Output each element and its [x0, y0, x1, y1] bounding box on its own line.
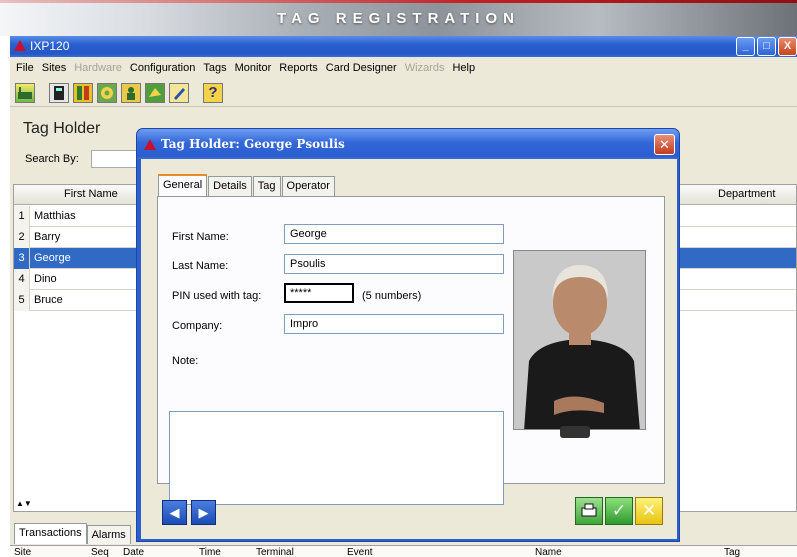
map-glyph	[149, 87, 161, 97]
row-number: 2	[14, 227, 30, 248]
impro-logo-icon	[144, 139, 156, 150]
person-icon[interactable]	[121, 82, 141, 103]
pencil-glyph	[174, 87, 185, 100]
column-seq[interactable]: Seq	[91, 547, 109, 557]
factory-glyph	[18, 86, 32, 99]
dialog-body: General Details Tag Operator First Name:…	[141, 159, 677, 539]
record-navigation: ◀ ▶	[162, 500, 216, 525]
map-icon[interactable]	[145, 82, 165, 103]
tab-transactions[interactable]: Transactions	[14, 523, 87, 544]
column-event[interactable]: Event	[347, 547, 373, 557]
column-tag[interactable]: Tag	[724, 547, 740, 557]
row-first-name: Bruce	[34, 294, 63, 306]
next-record-button[interactable]: ▶	[191, 500, 216, 525]
previous-record-button[interactable]: ◀	[162, 500, 187, 525]
menu-wizards: Wizards	[404, 62, 445, 74]
window-buttons: _ □ X	[736, 37, 797, 56]
panel-title: Tag Holder	[23, 120, 101, 137]
row-first-name: Dino	[34, 273, 57, 285]
column-first-name[interactable]: First Name	[64, 188, 118, 200]
menu-monitor[interactable]: Monitor	[231, 62, 276, 74]
row-number: 4	[14, 269, 30, 290]
collapse-arrows-icon[interactable]: ▲▼	[16, 499, 32, 508]
tab-general[interactable]: General	[158, 174, 208, 196]
ok-button[interactable]: ✓	[605, 497, 633, 525]
general-tab-panel: First Name: George Last Name: Psoulis PI…	[157, 196, 665, 505]
menu-reports[interactable]: Reports	[275, 62, 322, 74]
bottom-tabs: Transactions Alarms	[14, 523, 131, 544]
app-title: IXP120	[30, 39, 70, 53]
note-field[interactable]	[169, 411, 504, 505]
menu-bar: File Sites Hardware Configuration Tags M…	[10, 58, 797, 78]
column-department[interactable]: Department	[718, 188, 775, 200]
column-date[interactable]: Date	[123, 547, 144, 557]
row-first-name: Barry	[34, 231, 61, 243]
menu-sites[interactable]: Sites	[38, 62, 70, 74]
impro-logo-icon	[14, 40, 26, 51]
menu-card-designer[interactable]: Card Designer	[322, 62, 401, 74]
tag-holder-dialog: Tag Holder: George Psoulis ✕ General Det…	[136, 128, 680, 542]
column-terminal[interactable]: Terminal	[256, 547, 294, 557]
search-label: Search By:	[25, 153, 79, 165]
row-first-name: George	[34, 252, 71, 264]
column-name[interactable]: Name	[535, 547, 562, 557]
printer-icon	[581, 503, 597, 517]
pin-hint: (5 numbers)	[362, 290, 422, 302]
pencil-icon[interactable]	[169, 82, 189, 103]
terminal-glyph	[54, 85, 64, 100]
menu-configuration[interactable]: Configuration	[126, 62, 199, 74]
banner-red-line	[0, 0, 797, 3]
maximize-button[interactable]: □	[757, 37, 776, 56]
gear-icon[interactable]	[97, 82, 117, 103]
note-label: Note:	[172, 355, 199, 367]
column-site[interactable]: Site	[14, 547, 31, 557]
dialog-title: Tag Holder: George Psoulis	[161, 137, 345, 151]
minimize-button[interactable]: _	[736, 37, 755, 56]
top-banner: TAG REGISTRATION	[0, 0, 797, 36]
cancel-button[interactable]: ✕	[635, 497, 663, 525]
menu-help[interactable]: Help	[448, 62, 479, 74]
dialog-tabs: General Details Tag Operator	[158, 174, 336, 196]
close-button[interactable]: X	[778, 37, 797, 56]
print-card-button[interactable]	[575, 497, 603, 525]
portrait-image	[514, 251, 645, 429]
company-label: Company:	[172, 320, 223, 332]
badge-clip-icon	[560, 426, 590, 438]
tab-alarms[interactable]: Alarms	[86, 525, 131, 544]
company-field[interactable]: Impro	[284, 314, 504, 334]
app-title-bar: IXP120 _ □ X	[10, 36, 797, 57]
door-icon[interactable]	[73, 82, 93, 103]
menu-file[interactable]: File	[12, 62, 38, 74]
row-number: 5	[14, 290, 30, 311]
tab-details[interactable]: Details	[208, 176, 252, 196]
help-icon[interactable]: ?	[203, 82, 223, 103]
dialog-title-bar: Tag Holder: George Psoulis ✕	[137, 129, 679, 159]
door-glyph	[77, 85, 89, 100]
row-number: 3	[14, 248, 30, 269]
factory-icon[interactable]	[15, 82, 35, 103]
first-name-label: First Name:	[172, 231, 229, 243]
gear-glyph	[101, 86, 113, 99]
last-name-field[interactable]: Psoulis	[284, 254, 504, 274]
column-time[interactable]: Time	[199, 547, 221, 557]
last-name-label: Last Name:	[172, 260, 229, 272]
toolbar: ?	[10, 79, 797, 107]
row-first-name: Matthias	[34, 210, 76, 222]
search-input[interactable]	[91, 150, 141, 168]
person-glyph	[127, 86, 135, 100]
menu-hardware: Hardware	[74, 62, 122, 74]
tag-holder-photo	[513, 250, 646, 430]
dialog-close-button[interactable]: ✕	[654, 134, 675, 155]
dialog-actions: ✓ ✕	[575, 497, 663, 525]
pin-label: PIN used with tag:	[172, 290, 262, 302]
tab-operator[interactable]: Operator	[281, 176, 335, 196]
tab-tag[interactable]: Tag	[252, 176, 281, 196]
banner-title: TAG REGISTRATION	[277, 10, 520, 27]
menu-tags[interactable]: Tags	[199, 62, 230, 74]
pin-field[interactable]: *****	[284, 283, 354, 303]
terminal-icon[interactable]	[49, 82, 69, 103]
first-name-field[interactable]: George	[284, 224, 504, 244]
row-number: 1	[14, 206, 30, 227]
transactions-header: Site Seq Date Time Terminal Event Name T…	[10, 545, 797, 557]
